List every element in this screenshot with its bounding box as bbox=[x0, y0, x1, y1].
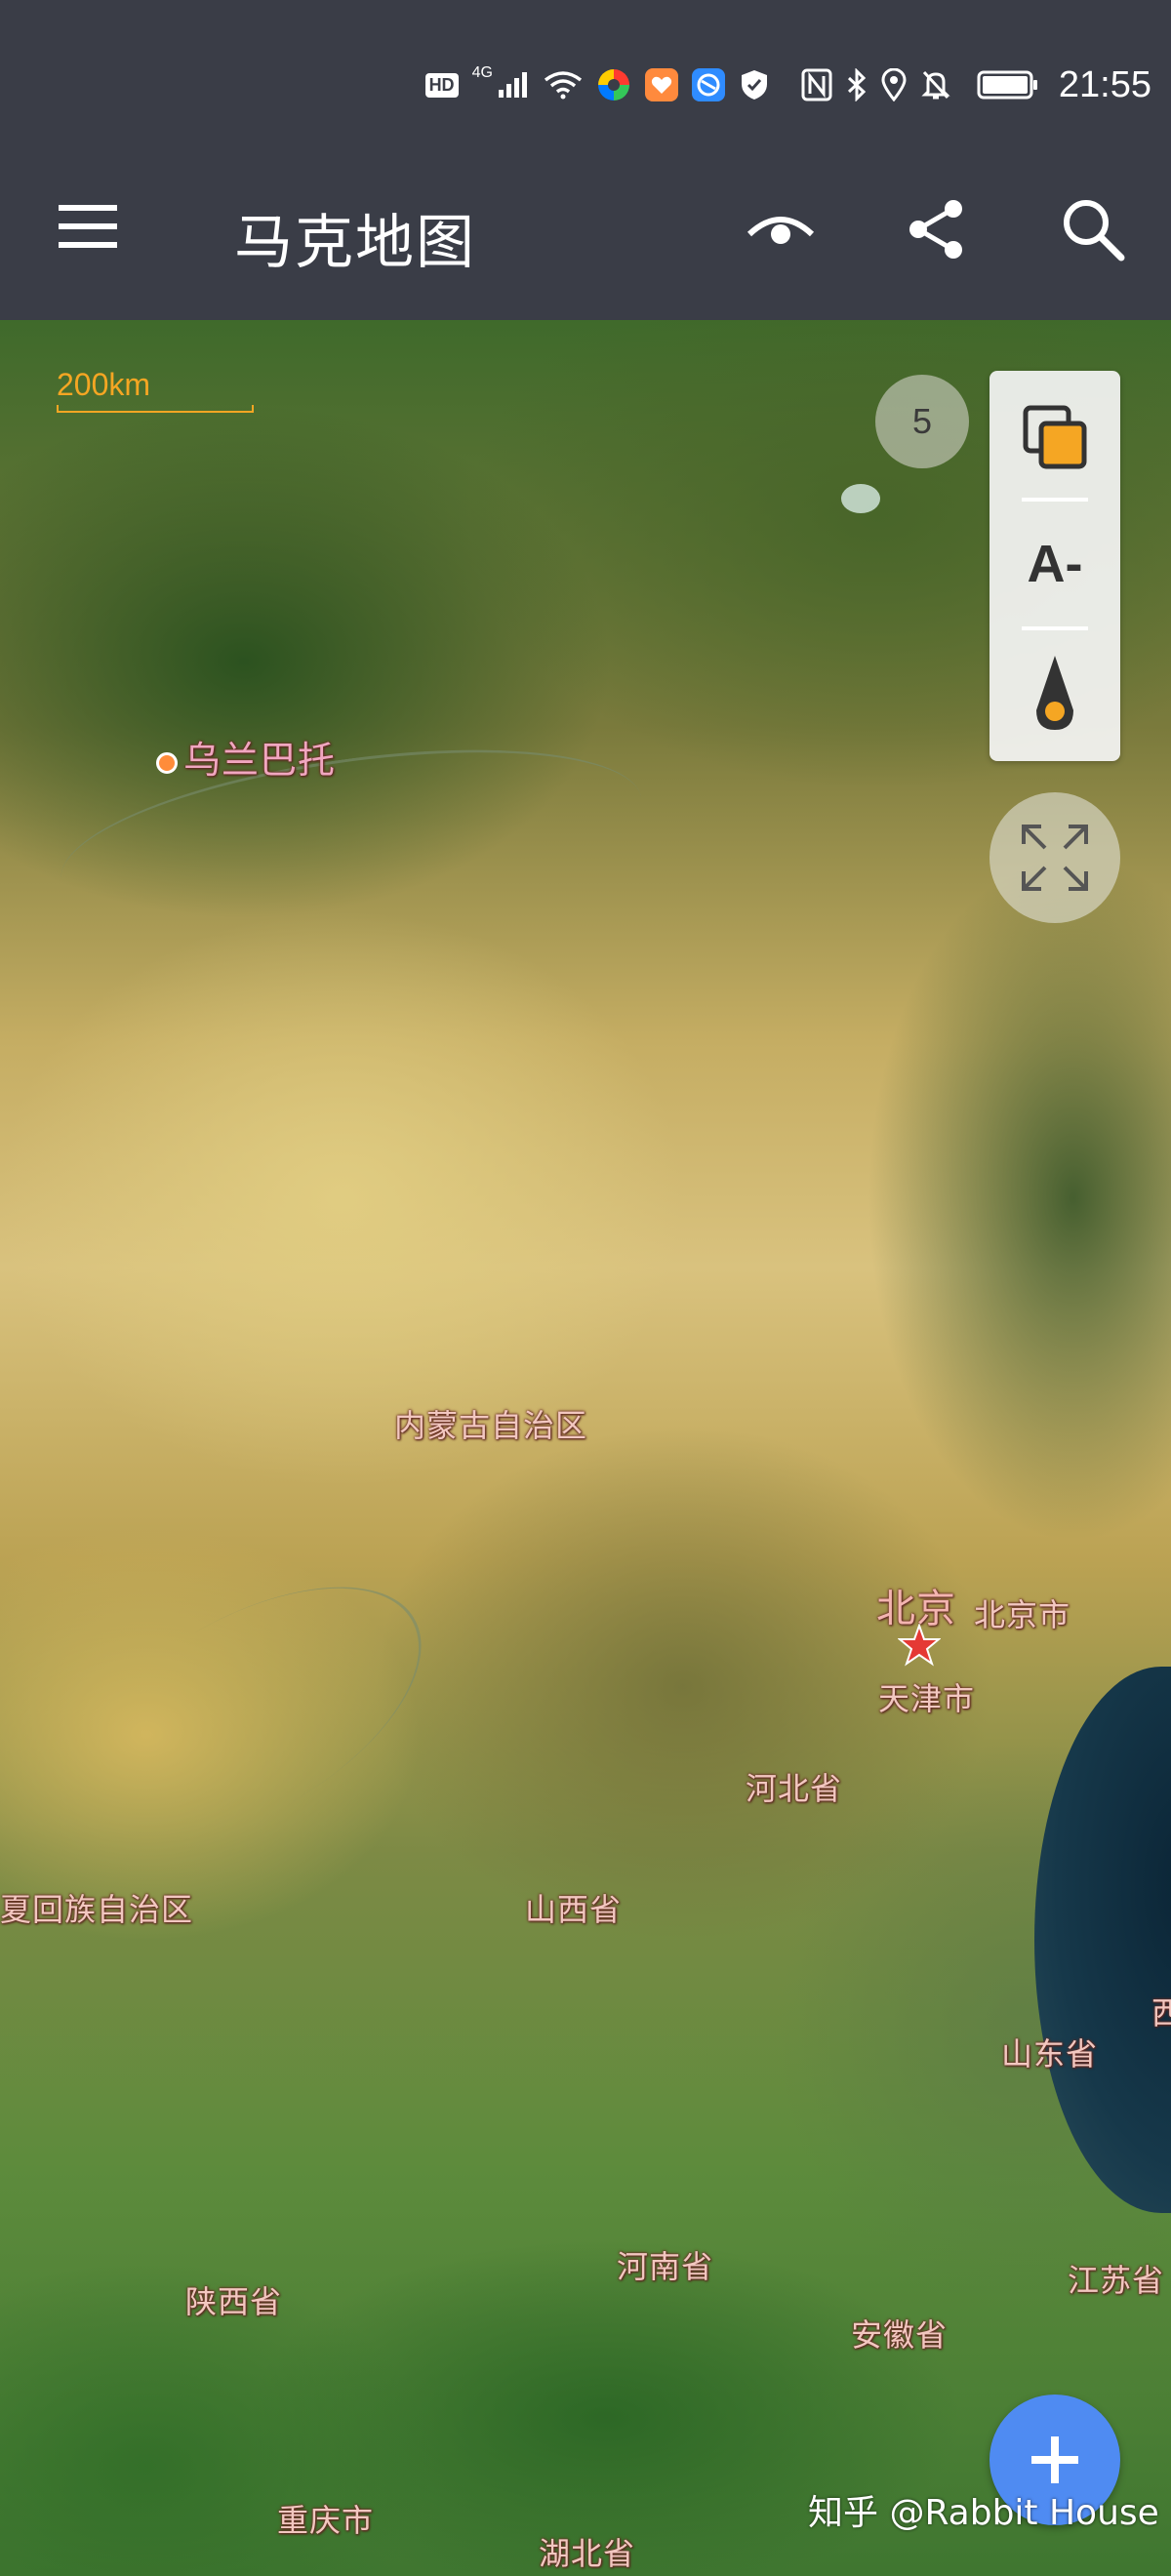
yellow-river bbox=[24, 1534, 464, 1900]
label-shandong[interactable]: 山东省 bbox=[1001, 2030, 1098, 2074]
search-button[interactable] bbox=[1049, 185, 1137, 273]
network-type: 4G bbox=[471, 64, 493, 81]
app-icon-blue bbox=[691, 68, 725, 101]
status-icons: HD 4G 21:55 bbox=[424, 60, 1151, 109]
watermark: 知乎 @Rabbit House bbox=[808, 2493, 1159, 2533]
font-size-button[interactable]: A- bbox=[989, 505, 1120, 623]
location-icon bbox=[881, 68, 907, 101]
label-hubei[interactable]: 湖北省 bbox=[539, 2529, 635, 2574]
signal-icon bbox=[497, 70, 530, 100]
clock: 21:55 bbox=[1058, 63, 1151, 105]
scale-line bbox=[57, 405, 254, 413]
compass-button[interactable] bbox=[989, 634, 1120, 751]
hd-icon: HD bbox=[424, 72, 459, 98]
river bbox=[50, 719, 653, 958]
label-hebei[interactable]: 河北省 bbox=[746, 1764, 842, 1809]
city-dot-icon bbox=[156, 751, 178, 774]
bohai-sea bbox=[1034, 1667, 1171, 2213]
label-ningxia[interactable]: 夏回族自治区 bbox=[0, 1885, 193, 1930]
search-icon bbox=[1064, 200, 1125, 262]
label-chongqing[interactable]: 重庆市 bbox=[277, 2496, 374, 2541]
capital-star-icon bbox=[897, 1623, 942, 1670]
map-view[interactable]: 200km 乌兰巴托 内蒙古自治区 北京 北京市 天津市 河北省 夏回族自治区 … bbox=[0, 320, 1171, 2576]
label-inner-mongolia[interactable]: 内蒙古自治区 bbox=[394, 1401, 587, 1446]
layers-button[interactable] bbox=[989, 379, 1120, 496]
tool-separator bbox=[1022, 498, 1088, 502]
font-size-label: A- bbox=[1027, 535, 1083, 593]
label-text: 乌兰巴托 bbox=[183, 739, 337, 782]
zoom-level-badge: 5 bbox=[875, 375, 969, 468]
eye-icon bbox=[747, 217, 815, 244]
label-jiangsu[interactable]: 江苏省 bbox=[1068, 2256, 1164, 2301]
app-bar: 马克地图 bbox=[0, 139, 1171, 320]
tool-separator bbox=[1022, 626, 1088, 630]
battery-icon bbox=[977, 70, 1039, 100]
shield-icon bbox=[739, 68, 770, 101]
scale-bar: 200km bbox=[57, 367, 254, 413]
label-anhui[interactable]: 安徽省 bbox=[851, 2311, 948, 2355]
bluetooth-icon bbox=[846, 68, 868, 101]
label-tianjin[interactable]: 天津市 bbox=[878, 1674, 975, 1719]
expand-icon bbox=[1022, 825, 1088, 891]
map-tool-panel: A- bbox=[989, 371, 1120, 761]
app-icon-orange bbox=[644, 68, 678, 101]
menu-button[interactable] bbox=[55, 197, 125, 256]
menu-icon bbox=[59, 205, 117, 248]
label-shanxi[interactable]: 山西省 bbox=[525, 1885, 622, 1930]
layers-icon bbox=[1023, 405, 1087, 469]
scale-label: 200km bbox=[57, 367, 151, 402]
nfc-icon bbox=[801, 68, 832, 101]
app-icon-color bbox=[596, 67, 631, 102]
label-ulaanbaatar[interactable]: 乌兰巴托 bbox=[156, 730, 336, 784]
label-shaanxi[interactable]: 陕西省 bbox=[185, 2277, 282, 2322]
share-icon bbox=[909, 200, 962, 259]
app-title: 马克地图 bbox=[234, 209, 476, 277]
share-button[interactable] bbox=[893, 185, 981, 273]
fullscreen-button[interactable] bbox=[989, 792, 1120, 923]
view-button[interactable] bbox=[737, 185, 825, 273]
wifi-icon bbox=[544, 70, 583, 100]
status-bar: HD 4G 21:55 bbox=[0, 0, 1171, 139]
mute-icon bbox=[920, 68, 951, 101]
label-henan[interactable]: 河南省 bbox=[617, 2242, 713, 2287]
plus-icon bbox=[1031, 2436, 1078, 2483]
label-beijing-city[interactable]: 北京市 bbox=[974, 1590, 1070, 1635]
compass-icon bbox=[1036, 656, 1073, 730]
lake bbox=[841, 484, 880, 513]
label-edge[interactable]: 西 bbox=[1151, 1989, 1171, 2033]
